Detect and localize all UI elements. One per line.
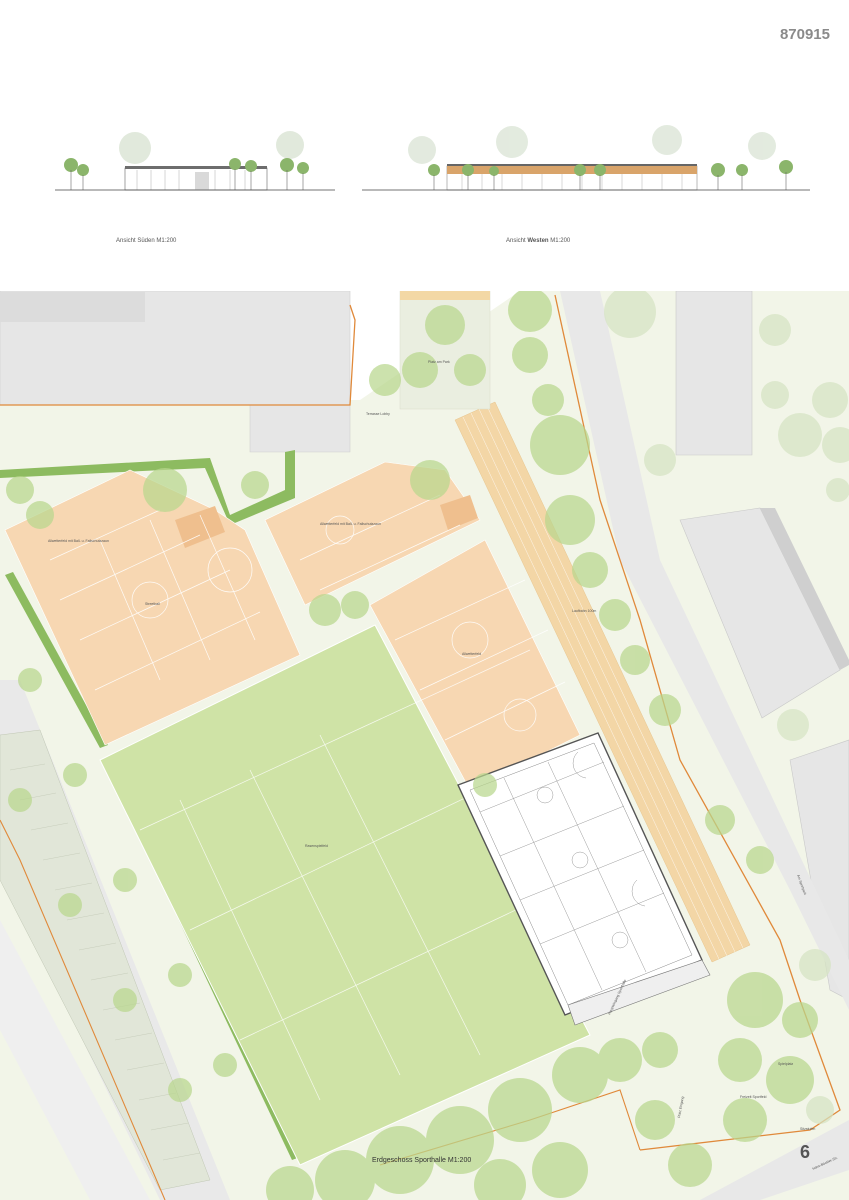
sheet-number: 870915 bbox=[779, 26, 830, 43]
west-elevation-drawing bbox=[362, 125, 810, 191]
label-track: Laufbahn 100m bbox=[572, 609, 596, 613]
label-playground-1: Spielplatz bbox=[778, 1062, 793, 1066]
building-east-1 bbox=[675, 291, 753, 456]
south-elevation-caption: Ansicht Süden M1:200 bbox=[116, 238, 177, 244]
label-plaza: Platz am Park bbox=[428, 360, 450, 364]
label-field-c: Allwetterfeld mit Ball- u. Fallschutzzau… bbox=[320, 522, 381, 526]
west-elevation-caption: Ansicht Westen M1:200 bbox=[506, 238, 570, 244]
label-playground-2: Freizeit Sportfeld bbox=[740, 1095, 767, 1099]
site-plan: Allwetterfeld mit Ball- u. Fallschutzzau… bbox=[0, 291, 849, 1200]
label-field-d: Allwetterfeld bbox=[462, 652, 481, 656]
label-seating: Sitzstufen bbox=[800, 1127, 815, 1131]
label-soccer: Rasenspielfeld bbox=[305, 844, 328, 848]
west-caption-prefix: Ansicht bbox=[506, 238, 528, 244]
label-terrace: Terrasse Lobby bbox=[366, 412, 390, 416]
page-number: 6 bbox=[800, 1142, 811, 1162]
south-elevation-drawing bbox=[55, 131, 335, 191]
west-caption-suffix: M1:200 bbox=[548, 238, 571, 244]
label-field-b: Streetball bbox=[145, 602, 160, 606]
plan-caption: Erdgeschoss Sporthalle M1:200 bbox=[372, 1157, 472, 1164]
west-caption-bold: Westen bbox=[527, 238, 549, 244]
label-field-a: Allwetterfeld mit Ball- u. Fallschutzzau… bbox=[48, 539, 109, 543]
